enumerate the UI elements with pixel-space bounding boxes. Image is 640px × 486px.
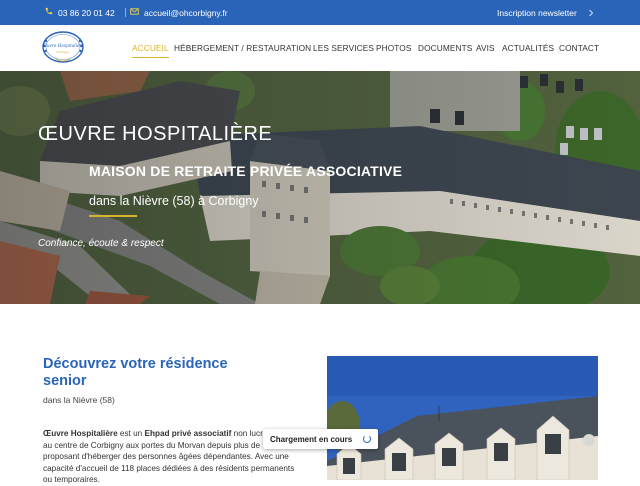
top-bar: 03 86 20 01 42 accueil@ohcorbigny.fr Ins… — [0, 0, 640, 25]
site-header: Œuvre Hospitalière Corbigny ACCUEIL HÉBE… — [0, 25, 640, 71]
newsletter-label: Inscription newsletter — [497, 7, 577, 18]
hero-divider — [89, 215, 137, 217]
hero-tagline: Confiance, écoute & respect — [38, 238, 164, 249]
nav-hebergement[interactable]: HÉBERGEMENT / RESTAURATION — [174, 43, 311, 53]
site-logo[interactable]: Œuvre Hospitalière Corbigny — [40, 29, 86, 67]
email-link[interactable]: accueil@ohcorbigny.fr — [130, 0, 228, 25]
nav-accueil[interactable]: ACCUEIL — [132, 43, 169, 58]
intro-text-1: est un — [117, 429, 145, 438]
chevron-right-icon[interactable] — [588, 0, 594, 25]
nav-photos[interactable]: PHOTOS — [376, 43, 412, 53]
nav-services[interactable]: LES SERVICES — [313, 43, 374, 53]
phone-link[interactable]: 03 86 20 01 42 — [44, 0, 115, 25]
nav-actualites[interactable]: ACTUALITÉS — [502, 43, 554, 53]
newsletter-link[interactable]: Inscription newsletter — [497, 0, 577, 25]
org-name: Œuvre Hospitalière — [43, 429, 118, 438]
spinner-icon — [363, 435, 371, 443]
ehpad-label: Ehpad privé associatif — [144, 429, 232, 438]
loading-toast: Chargement en cours — [263, 429, 378, 449]
section-subtitle: dans la Nièvre (58) — [43, 395, 115, 405]
nav-documents[interactable]: DOCUMENTS — [418, 43, 472, 53]
phone-number: 03 86 20 01 42 — [58, 7, 115, 18]
svg-text:Œuvre Hospitalière: Œuvre Hospitalière — [42, 43, 84, 48]
svg-text:Corbigny: Corbigny — [56, 50, 70, 54]
residence-photo — [327, 356, 598, 480]
section-title: Découvrez votre résidence senior — [43, 356, 228, 389]
mail-icon — [130, 7, 139, 18]
loading-label: Chargement en cours — [270, 434, 353, 444]
nav-avis[interactable]: AVIS — [476, 43, 495, 53]
phone-icon — [44, 7, 53, 18]
nav-contact[interactable]: CONTACT — [559, 43, 599, 53]
hero-title: ŒUVRE HOSPITALIÈRE — [38, 123, 273, 145]
hero-location: dans la Nièvre (58) à Corbigny — [89, 194, 259, 208]
hero-overlay — [0, 71, 640, 304]
divider — [125, 8, 126, 17]
email-address: accueil@ohcorbigny.fr — [144, 7, 228, 18]
hero-banner: ŒUVRE HOSPITALIÈRE MAISON DE RETRAITE PR… — [0, 71, 640, 304]
hero-subtitle: MAISON DE RETRAITE PRIVÉE ASSOCIATIVE — [89, 163, 403, 179]
